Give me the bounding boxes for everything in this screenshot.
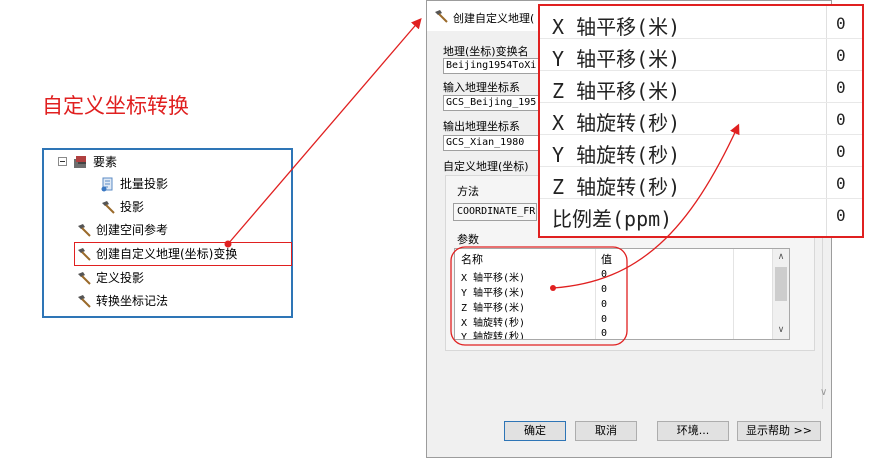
annotation-arrow	[552, 123, 740, 289]
annotation-ellipse	[450, 246, 628, 346]
annotation-arrow	[227, 18, 422, 245]
annotation-dot	[550, 285, 556, 291]
annotation-overlay	[224, 18, 740, 346]
annotation-dot	[224, 240, 232, 248]
